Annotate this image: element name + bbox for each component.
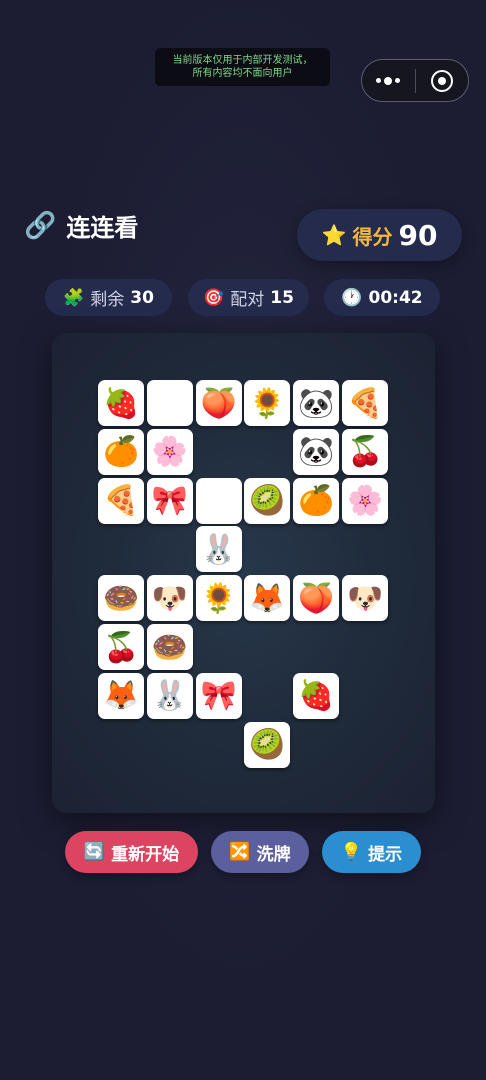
tile-blossom[interactable]: 🌸 [342, 477, 388, 524]
clock-icon: 🕐 [341, 287, 363, 308]
tile-blossom[interactable]: 🌸 [146, 428, 193, 475]
tile-fox[interactable]: 🦊 [244, 575, 291, 622]
score-panel: ⭐ 得分 90 [297, 209, 462, 261]
dev-notice-line1: 当前版本仅用于内部开发测试， [172, 55, 313, 66]
mini-program-capsule [361, 59, 469, 102]
shuffle-icon: 🔀 [229, 842, 251, 862]
shuffle-label: 洗牌 [256, 844, 291, 865]
lightbulb-icon: 💡 [340, 842, 363, 862]
remaining-label: 剩余 [90, 290, 125, 310]
tile-pizza[interactable]: 🍕 [98, 477, 144, 524]
remaining-stat: 🧩 剩余 30 [45, 279, 172, 316]
tile-strawberry[interactable]: 🍓 [293, 672, 340, 719]
star-icon: ⭐ [321, 223, 347, 247]
target-circle-icon [430, 69, 453, 92]
tile-pizza[interactable]: 🍕 [342, 380, 388, 426]
tile-orange[interactable]: 🍊 [98, 428, 144, 475]
game-page: 当前版本仅用于内部开发测试， 所有内容均不面向用户 🔗 连连看 ⭐ 得分 90 … [0, 0, 486, 1080]
tile-ribbon[interactable]: 🎀 [195, 672, 242, 719]
link-icon: 🔗 [24, 210, 57, 241]
hint-button[interactable]: 💡 提示 [322, 831, 421, 873]
timer-value: 00:42 [368, 287, 423, 308]
tile-strawberry[interactable]: 🍓 [98, 380, 144, 426]
tile-dog[interactable]: 🐶 [146, 575, 193, 622]
pairs-label: 配对 [230, 290, 265, 310]
tile-orange[interactable]: 🍊 [293, 477, 340, 524]
game-title: 🔗 连连看 [24, 208, 138, 243]
tile-rabbit[interactable]: 🐰 [195, 526, 242, 573]
puzzle-icon: 🧩 [63, 287, 85, 308]
tile-panda[interactable]: 🐼 [293, 380, 340, 426]
more-dots-icon [376, 76, 401, 85]
tile-sunflower[interactable]: 🌻 [244, 380, 291, 426]
tile-fox[interactable]: 🦊 [98, 672, 144, 719]
timer-stat: 🕐 00:42 [324, 279, 440, 316]
hint-label: 提示 [368, 844, 403, 865]
target-icon: 🎯 [203, 287, 225, 308]
tile-sunflower[interactable]: 🌻 [195, 575, 242, 622]
score-value: 90 [398, 218, 438, 252]
tile-kiwi[interactable]: 🥝 [244, 721, 291, 768]
tile-donut[interactable]: 🍩 [146, 624, 193, 670]
shuffle-button[interactable]: 🔀 洗牌 [211, 831, 309, 873]
tile-rabbit[interactable]: 🐰 [146, 672, 193, 719]
tile-cherry[interactable]: 🍒 [342, 428, 388, 475]
close-mini-program-button[interactable] [416, 60, 469, 101]
tile-peach[interactable]: 🍑 [195, 380, 242, 426]
restart-button[interactable]: 🔄 重新开始 [65, 831, 198, 873]
game-title-text: 连连看 [66, 214, 139, 242]
restart-icon: 🔄 [83, 842, 106, 862]
tile-donut[interactable]: 🍩 [98, 575, 144, 622]
tile-cherry[interactable]: 🍒 [98, 624, 144, 670]
tile-panda[interactable]: 🐼 [293, 428, 340, 475]
remaining-value: 30 [130, 287, 154, 308]
restart-label: 重新开始 [111, 844, 180, 865]
game-board: 🍓 🐱 🍑 🌻 🐼 🍕 🍊 🌸 🐼 🍒 🍕 🎀 🐱 🥝 🍊 🌸 🐰 🍩 🐶 🌻 🦊 🍑 🐶 🍒 🍩 🦊 🐰 🎀 🍓 🥝 [52, 333, 435, 813]
more-menu-button[interactable] [362, 60, 415, 101]
pairs-value: 15 [270, 287, 294, 308]
score-label: 得分 [352, 224, 393, 249]
tile-cat[interactable]: 🐱 [195, 477, 242, 524]
pairs-stat: 🎯 配对 15 [188, 279, 309, 316]
dev-notice-line2: 所有内容均不面向用户 [192, 68, 293, 79]
tile-ribbon[interactable]: 🎀 [146, 477, 193, 524]
dev-test-notice: 当前版本仅用于内部开发测试， 所有内容均不面向用户 [155, 48, 330, 86]
tile-kiwi[interactable]: 🥝 [244, 477, 291, 524]
tile-peach[interactable]: 🍑 [293, 575, 340, 622]
tile-cat[interactable]: 🐱 [146, 380, 193, 426]
tile-dog[interactable]: 🐶 [342, 575, 388, 622]
